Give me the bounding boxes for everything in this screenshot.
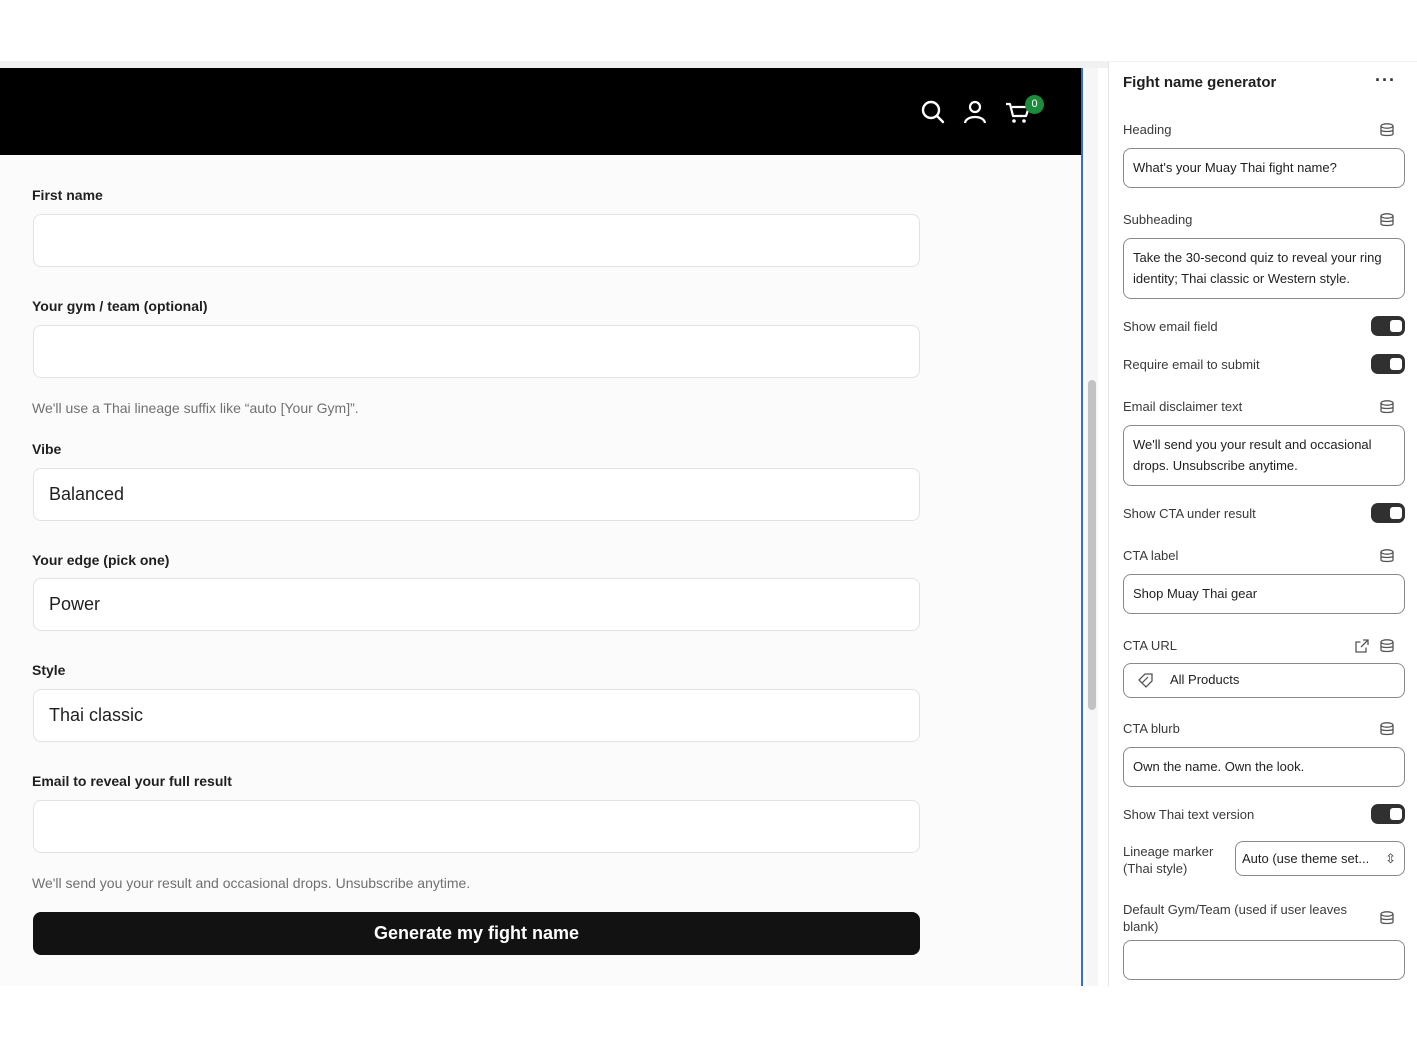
more-options-icon[interactable]: ··· (1375, 70, 1396, 91)
style-label: Style (32, 662, 66, 678)
show-cta-toggle[interactable] (1371, 503, 1405, 523)
preview-selection-border (1081, 68, 1083, 986)
bottom-strip (0, 986, 1417, 1048)
require-email-label: Require email to submit (1123, 357, 1260, 372)
dynamic-source-icon[interactable] (1379, 548, 1395, 564)
account-icon[interactable] (961, 98, 989, 126)
require-email-toggle[interactable] (1371, 354, 1405, 374)
edge-label: Your edge (pick one) (32, 552, 170, 568)
first-name-label: First name (32, 187, 103, 203)
lineage-label: Lineage marker (Thai style) (1123, 844, 1214, 876)
cta-url-input[interactable]: All Products (1123, 663, 1405, 698)
default-gym-label: Default Gym/Team (used if user leaves bl… (1123, 902, 1347, 934)
panel-title: Fight name generator (1123, 74, 1277, 91)
chevron-updown-icon: ⇳ (1385, 851, 1396, 866)
gym-help-text: We'll use a Thai lineage suffix like “au… (32, 400, 359, 416)
cta-label-input[interactable]: Shop Muay Thai gear (1123, 574, 1405, 614)
search-icon[interactable] (919, 98, 947, 126)
style-select[interactable]: Thai classic (33, 689, 920, 742)
gym-input[interactable] (33, 325, 920, 378)
settings-panel: Fight name generator ··· Heading What's … (1108, 62, 1417, 986)
show-thai-toggle[interactable] (1371, 804, 1405, 824)
email-label: Email to reveal your full result (32, 773, 232, 789)
vibe-label: Vibe (32, 441, 62, 457)
gym-label: Your gym / team (optional) (32, 298, 208, 314)
show-email-label: Show email field (1123, 319, 1218, 334)
heading-input[interactable]: What's your Muay Thai fight name? (1123, 148, 1405, 188)
heading-label: Heading (1123, 122, 1172, 137)
dynamic-source-icon[interactable] (1379, 122, 1395, 138)
first-name-input[interactable] (33, 214, 920, 267)
cta-blurb-label: CTA blurb (1123, 721, 1180, 736)
disclaimer-label: Email disclaimer text (1123, 399, 1243, 414)
cart-count-badge: 0 (1025, 95, 1044, 114)
cta-url-label: CTA URL (1123, 638, 1177, 653)
email-help-text: We'll send you your result and occasiona… (32, 875, 471, 891)
collection-tag-icon (1138, 673, 1153, 688)
default-gym-input[interactable] (1123, 940, 1405, 980)
lineage-select-value: Auto (use theme set... (1242, 851, 1370, 866)
top-strip (0, 0, 1417, 62)
lineage-select[interactable]: Auto (use theme set... ⇳ (1235, 841, 1405, 876)
cta-blurb-input[interactable]: Own the name. Own the look. (1123, 747, 1405, 787)
subheading-label: Subheading (1123, 212, 1193, 227)
edge-select[interactable]: Power (33, 578, 920, 631)
dynamic-source-icon[interactable] (1379, 399, 1395, 415)
email-input[interactable] (33, 800, 920, 853)
cta-label-label: CTA label (1123, 548, 1179, 563)
show-email-toggle[interactable] (1371, 316, 1405, 336)
dynamic-source-icon[interactable] (1379, 910, 1395, 926)
dynamic-source-icon[interactable] (1379, 638, 1395, 654)
show-thai-label: Show Thai text version (1123, 807, 1255, 822)
show-cta-label: Show CTA under result (1123, 506, 1256, 521)
store-preview: First name Your gym / team (optional) We… (0, 68, 1083, 986)
disclaimer-input[interactable]: We'll send you your result and occasiona… (1123, 425, 1405, 486)
store-header (0, 68, 1083, 155)
external-link-icon[interactable] (1354, 638, 1370, 654)
generate-button[interactable]: Generate my fight name (33, 912, 920, 955)
dynamic-source-icon[interactable] (1379, 212, 1395, 228)
subheading-input[interactable]: Take the 30-second quiz to reveal your r… (1123, 238, 1405, 299)
vibe-select[interactable]: Balanced (33, 468, 920, 521)
dynamic-source-icon[interactable] (1379, 721, 1395, 737)
scrollbar-thumb[interactable] (1088, 380, 1096, 710)
